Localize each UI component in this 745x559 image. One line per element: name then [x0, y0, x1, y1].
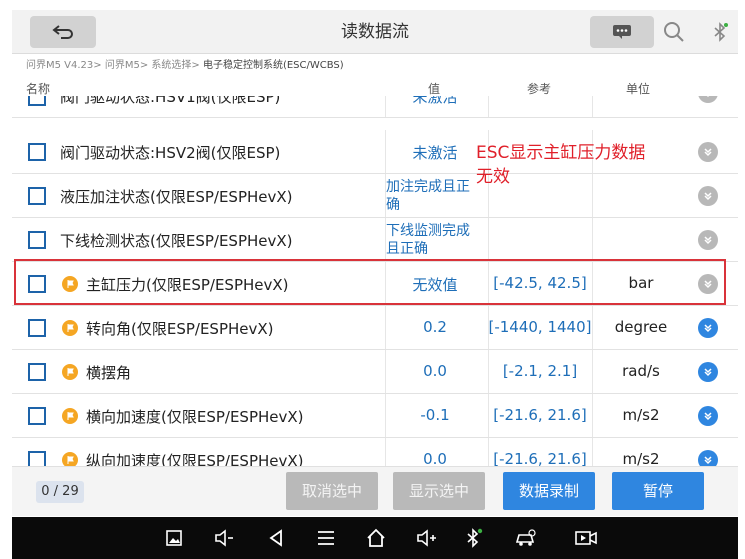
table-row[interactable]: 下线检测状态(仅限ESP/ESPHevX) 下线监测完成 且正确: [12, 218, 738, 262]
table-row[interactable]: 纵向加速度(仅限ESP/ESPHevX) 0.0 [-21.6, 21.6] m…: [12, 438, 738, 468]
row-checkbox[interactable]: [28, 363, 46, 381]
row-unit: rad/s: [622, 362, 660, 380]
row-name: 阀门驱动状态:HSV1阀(仅限ESP): [60, 96, 281, 106]
chevron-down-icon: [704, 324, 712, 333]
expand-button[interactable]: [698, 362, 718, 382]
title-bar: 读数据流: [12, 10, 738, 54]
row-name: 横摆角: [86, 364, 132, 382]
bluetooth-icon: [714, 22, 728, 42]
breadcrumb-current: 电子稳定控制系统(ESC/WCBS): [202, 60, 344, 71]
expand-button[interactable]: [698, 274, 718, 294]
row-name: 液压加注状态(仅限ESP/ESPHevX): [60, 188, 293, 206]
flag-icon: [62, 364, 78, 380]
row-unit: bar: [628, 274, 654, 292]
row-name: 主缸压力(仅限ESP/ESPHevX): [86, 276, 289, 294]
deselect-button[interactable]: 取消选中: [286, 472, 378, 510]
row-value: 0.2: [423, 318, 447, 336]
volume-up-icon[interactable]: [414, 526, 438, 550]
search-button[interactable]: [658, 16, 690, 48]
table-row[interactable]: 主缸压力(仅限ESP/ESPHevX) 无效值 [-42.5, 42.5] ba…: [12, 262, 738, 306]
col-header-name: 名称: [26, 82, 51, 96]
search-icon: [664, 22, 684, 42]
screen-record-icon[interactable]: [574, 526, 598, 550]
system-nav-bar: [12, 517, 738, 559]
row-checkbox[interactable]: [28, 96, 46, 106]
row-value-line2: 确: [386, 197, 400, 213]
expand-button[interactable]: [698, 406, 718, 426]
table-row[interactable]: 转向角(仅限ESP/ESPHevX) 0.2 [-1440, 1440] deg…: [12, 306, 738, 350]
row-reference: [-42.5, 42.5]: [493, 274, 587, 292]
row-value-line2: 且正确: [386, 241, 428, 257]
row-value: 未激活: [412, 144, 458, 162]
expand-button[interactable]: [698, 230, 718, 250]
chevron-down-icon: [704, 236, 712, 245]
chevron-down-icon: [704, 148, 712, 157]
table-header: 名称 值 参考 单位: [12, 76, 738, 98]
breadcrumb: 问界M5 V4.23> 问界M5> 系统选择> 电子稳定控制系统(ESC/WCB…: [26, 56, 344, 72]
row-value-line1: 下线监测完成: [386, 223, 470, 239]
home-icon[interactable]: [364, 526, 388, 550]
chevron-down-icon: [706, 96, 710, 98]
row-value: 加注完成且正确: [385, 178, 485, 214]
expand-button[interactable]: [698, 318, 718, 338]
row-reference: [-1440, 1440]: [488, 318, 592, 336]
row-value: 0.0: [423, 362, 447, 380]
flag-icon: [62, 276, 78, 292]
row-value: 未激活: [412, 96, 458, 106]
row-name: 下线检测状态(仅限ESP/ESPHevX): [60, 232, 293, 250]
col-header-reference: 参考: [527, 82, 552, 96]
row-reference: [-21.6, 21.6]: [493, 406, 587, 424]
chevron-down-icon: [704, 368, 712, 377]
record-button[interactable]: 数据录制: [503, 472, 595, 510]
chevron-down-icon: [704, 192, 712, 201]
chevron-down-icon: [704, 280, 712, 289]
bluetooth-status: [708, 20, 732, 44]
col-header-value: 值: [428, 82, 441, 96]
row-reference: [-2.1, 2.1]: [502, 362, 578, 380]
row-checkbox[interactable]: [28, 319, 46, 337]
row-value: 无效值: [412, 276, 458, 294]
col-header-unit: 单位: [626, 82, 651, 96]
row-unit: degree: [614, 318, 668, 336]
row-value: -0.1: [420, 406, 450, 424]
table-row[interactable]: 横摆角 0.0 [-2.1, 2.1] rad/s: [12, 350, 738, 394]
chevron-down-icon: [704, 412, 712, 421]
table-row[interactable]: 阀门驱动状态:HSV1阀(仅限ESP) 未激活: [12, 96, 738, 118]
chevron-down-icon: [704, 456, 712, 465]
row-name: 阀门驱动状态:HSV2阀(仅限ESP): [60, 144, 281, 162]
row-name: 转向角(仅限ESP/ESPHevX): [86, 320, 274, 338]
row-value-line1: 加注完成且正: [386, 179, 470, 195]
row-checkbox[interactable]: [28, 143, 46, 161]
flag-icon: [62, 408, 78, 424]
row-checkbox[interactable]: [28, 231, 46, 249]
screenshot-icon[interactable]: [162, 526, 186, 550]
expand-button[interactable]: [698, 96, 718, 103]
menu-icon[interactable]: [314, 526, 338, 550]
flag-icon: [62, 320, 78, 336]
volume-down-icon[interactable]: [212, 526, 236, 550]
row-name: 横向加速度(仅限ESP/ESPHevX): [86, 408, 304, 426]
table-row[interactable]: 横向加速度(仅限ESP/ESPHevX) -0.1 [-21.6, 21.6] …: [12, 394, 738, 438]
pause-button[interactable]: 暂停: [612, 472, 704, 510]
row-checkbox[interactable]: [28, 407, 46, 425]
vci-icon[interactable]: [514, 526, 538, 550]
show-selected-button[interactable]: 显示选中: [393, 472, 485, 510]
annotation-text: ESC显示主缸压力数据无效: [476, 143, 646, 187]
row-value: 下线监测完成 且正确: [385, 222, 485, 258]
message-button[interactable]: [590, 16, 654, 48]
row-checkbox[interactable]: [28, 275, 46, 293]
action-bar: 0 / 29 取消选中 显示选中 数据录制 暂停: [12, 466, 738, 516]
message-icon: [613, 25, 631, 39]
row-unit: m/s2: [622, 406, 660, 424]
bluetooth-icon: [462, 526, 486, 550]
selection-counter: 0 / 29: [36, 481, 84, 503]
expand-button[interactable]: [698, 142, 718, 162]
expand-button[interactable]: [698, 186, 718, 206]
back-icon[interactable]: [264, 526, 288, 550]
breadcrumb-path: 问界M5 V4.23> 问界M5> 系统选择>: [26, 60, 203, 71]
row-checkbox[interactable]: [28, 187, 46, 205]
